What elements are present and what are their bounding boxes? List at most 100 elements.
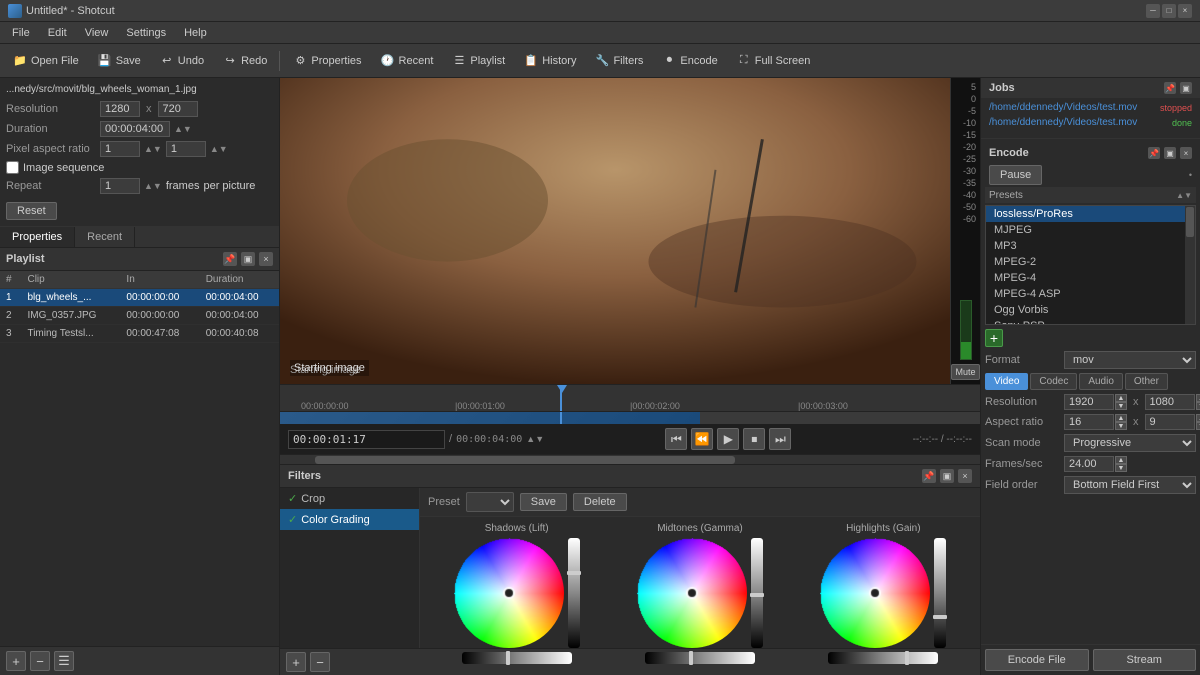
- menu-settings[interactable]: Settings: [118, 25, 174, 41]
- resolution-height-input[interactable]: [158, 101, 198, 117]
- filters-button[interactable]: 🔧 Filters: [586, 50, 651, 72]
- jobs-pin-icon[interactable]: 📌: [1164, 82, 1176, 94]
- history-button[interactable]: 📋 History: [515, 50, 584, 72]
- menu-file[interactable]: File: [4, 25, 38, 41]
- encode-tab-codec[interactable]: Codec: [1030, 373, 1077, 390]
- fullscreen-button[interactable]: ⛶ Full Screen: [728, 50, 819, 72]
- jobs-window-icon[interactable]: ▣: [1180, 82, 1192, 94]
- encode-width-up[interactable]: ▲: [1115, 394, 1127, 402]
- highlights-vertical-slider[interactable]: [934, 538, 946, 648]
- shadows-horizontal-slider[interactable]: [462, 652, 572, 664]
- aspect-w-input[interactable]: [1064, 414, 1114, 430]
- filters-window-icon[interactable]: ▣: [940, 469, 954, 483]
- cg-delete-button[interactable]: Delete: [573, 493, 627, 511]
- preset-item[interactable]: MPEG-2: [986, 254, 1195, 270]
- format-select[interactable]: mov: [1064, 351, 1196, 369]
- stream-button[interactable]: Stream: [1093, 649, 1197, 671]
- encode-width-input[interactable]: [1064, 394, 1114, 410]
- midtones-horizontal-slider[interactable]: [645, 652, 755, 664]
- filters-remove-button[interactable]: −: [310, 652, 330, 672]
- fps-input[interactable]: [1064, 456, 1114, 472]
- encode-height-up[interactable]: ▲: [1196, 394, 1200, 402]
- scan-mode-select[interactable]: Progressive: [1064, 434, 1196, 452]
- encode-height-down[interactable]: ▼: [1196, 402, 1200, 410]
- preset-item[interactable]: MP3: [986, 238, 1195, 254]
- playlist-row[interactable]: 3Timing Testsl...00:00:47:0800:00:40:08: [0, 325, 279, 343]
- duration-input[interactable]: [100, 121, 170, 137]
- aspect-w-down[interactable]: ▼: [1115, 422, 1127, 430]
- menu-edit[interactable]: Edit: [40, 25, 75, 41]
- preset-item[interactable]: MJPEG: [986, 222, 1195, 238]
- encode-tab-audio[interactable]: Audio: [1079, 373, 1123, 390]
- open-file-button[interactable]: 📁 Open File: [4, 50, 87, 72]
- save-button[interactable]: 💾 Save: [89, 50, 149, 72]
- close-button[interactable]: ×: [1178, 4, 1192, 18]
- midtones-color-wheel[interactable]: [637, 538, 747, 648]
- current-time-input[interactable]: [288, 430, 445, 449]
- playlist-pin-icon[interactable]: 📌: [223, 252, 237, 266]
- encode-tab-video[interactable]: Video: [985, 373, 1028, 390]
- pause-button[interactable]: Pause: [989, 165, 1042, 185]
- timeline-scrollbar[interactable]: [280, 454, 980, 464]
- playlist-menu-button[interactable]: ☰: [54, 651, 74, 671]
- preset-item[interactable]: Sony-PSP: [986, 318, 1195, 325]
- playlist-close-icon[interactable]: ×: [259, 252, 273, 266]
- filters-add-button[interactable]: +: [286, 652, 306, 672]
- shadows-vertical-slider[interactable]: [568, 538, 580, 648]
- playlist-remove-button[interactable]: −: [30, 651, 50, 671]
- fps-up[interactable]: ▲: [1115, 456, 1127, 464]
- rewind-button[interactable]: ⏪: [691, 428, 713, 450]
- play-button[interactable]: ▶: [717, 428, 739, 450]
- field-order-select[interactable]: Bottom Field First: [1064, 476, 1196, 494]
- preset-add-button[interactable]: +: [985, 329, 1003, 347]
- encode-close-icon[interactable]: ×: [1180, 147, 1192, 159]
- reset-button[interactable]: Reset: [6, 202, 57, 220]
- preset-item[interactable]: MPEG-4 ASP: [986, 286, 1195, 302]
- recent-button[interactable]: 🕐 Recent: [372, 50, 442, 72]
- encode-width-down[interactable]: ▼: [1115, 402, 1127, 410]
- undo-button[interactable]: ↩ Undo: [151, 50, 212, 72]
- maximize-button[interactable]: □: [1162, 4, 1176, 18]
- filters-pin-icon[interactable]: 📌: [922, 469, 936, 483]
- playlist-row[interactable]: 1blg_wheels_...00:00:00:0000:00:04:00: [0, 289, 279, 307]
- properties-button[interactable]: ⚙ Properties: [284, 50, 369, 72]
- tab-properties[interactable]: Properties: [0, 227, 75, 247]
- aspect-h-input[interactable]: [1145, 414, 1195, 430]
- encode-tab-other[interactable]: Other: [1125, 373, 1168, 390]
- playlist-button[interactable]: ☰ Playlist: [443, 50, 513, 72]
- image-sequence-checkbox[interactable]: [6, 161, 19, 174]
- encode-pin-icon[interactable]: 📌: [1148, 147, 1160, 159]
- filter-item-crop[interactable]: ✓ Crop: [280, 488, 419, 509]
- aspect-w-up[interactable]: ▲: [1115, 414, 1127, 422]
- stop-button[interactable]: ⏹: [743, 428, 765, 450]
- presets-scrollbar[interactable]: [1185, 206, 1195, 324]
- pixel-aspect-2-input[interactable]: [166, 141, 206, 157]
- playlist-add-button[interactable]: +: [6, 651, 26, 671]
- preset-item[interactable]: MPEG-4: [986, 270, 1195, 286]
- highlights-color-wheel[interactable]: [820, 538, 930, 648]
- aspect-h-up[interactable]: ▲: [1196, 414, 1200, 422]
- playlist-row[interactable]: 2IMG_0357.JPG00:00:00:0000:00:04:00: [0, 307, 279, 325]
- skip-to-end-button[interactable]: ⏭: [769, 428, 791, 450]
- encode-button[interactable]: ⏺ Encode: [653, 50, 725, 72]
- menu-help[interactable]: Help: [176, 25, 215, 41]
- encode-height-input[interactable]: [1145, 394, 1195, 410]
- redo-button[interactable]: ↪ Redo: [214, 50, 275, 72]
- aspect-h-down[interactable]: ▼: [1196, 422, 1200, 430]
- skip-to-start-button[interactable]: ⏮: [665, 428, 687, 450]
- mute-button[interactable]: Mute: [951, 364, 979, 380]
- menu-view[interactable]: View: [77, 25, 117, 41]
- encode-window-icon[interactable]: ▣: [1164, 147, 1176, 159]
- pixel-aspect-1-input[interactable]: [100, 141, 140, 157]
- minimize-button[interactable]: ─: [1146, 4, 1160, 18]
- filter-item-color-grading[interactable]: ✓ Color Grading: [280, 509, 419, 530]
- midtones-vertical-slider[interactable]: [751, 538, 763, 648]
- preset-select[interactable]: [466, 492, 514, 512]
- highlights-horizontal-slider[interactable]: [828, 652, 938, 664]
- repeat-input[interactable]: [100, 178, 140, 194]
- timeline-scroll-thumb[interactable]: [315, 456, 735, 464]
- fps-down[interactable]: ▼: [1115, 464, 1127, 472]
- encode-file-button[interactable]: Encode File: [985, 649, 1089, 671]
- playlist-window-icon[interactable]: ▣: [241, 252, 255, 266]
- cg-save-button[interactable]: Save: [520, 493, 567, 511]
